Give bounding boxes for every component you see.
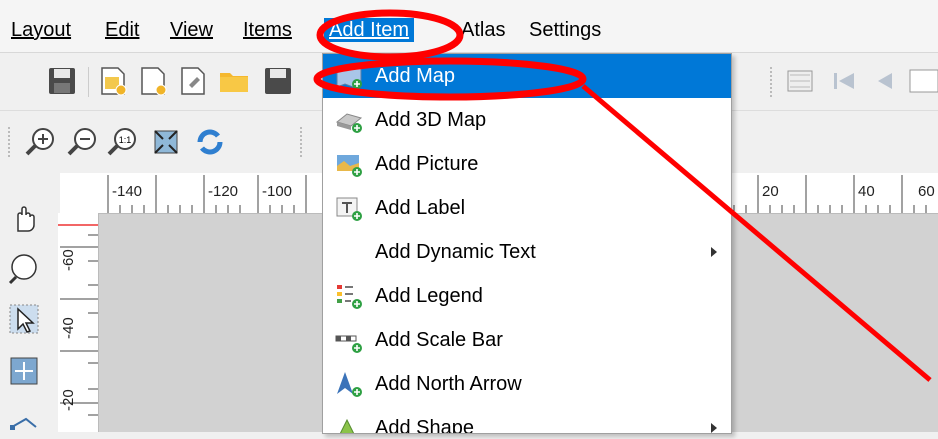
menu-atlas[interactable]: Atlas bbox=[456, 18, 510, 42]
picture-icon bbox=[337, 155, 362, 177]
menu-add-3d-map[interactable]: Add 3D Map bbox=[323, 98, 731, 142]
menu-add-shape[interactable]: Add Shape bbox=[323, 406, 731, 433]
zoom-in-icon[interactable] bbox=[24, 126, 56, 158]
open-folder-icon[interactable] bbox=[218, 65, 250, 97]
edit-nodes-icon[interactable] bbox=[8, 407, 40, 439]
menu-add-item[interactable]: Add Item bbox=[324, 18, 415, 42]
3d-map-icon bbox=[335, 113, 363, 133]
menu-add-label[interactable]: Add Label bbox=[323, 186, 731, 230]
refresh-icon[interactable] bbox=[194, 126, 226, 158]
ruler-label: -60 bbox=[60, 249, 77, 271]
menu-view[interactable]: View bbox=[165, 18, 218, 42]
duplicate-layout-icon[interactable] bbox=[137, 65, 169, 97]
move-content-icon[interactable] bbox=[8, 355, 40, 387]
ruler-label: 20 bbox=[762, 183, 779, 200]
legend-icon bbox=[337, 285, 362, 309]
scale-bar-icon bbox=[335, 335, 362, 353]
toolbar-grip[interactable] bbox=[770, 67, 776, 97]
tool-panel bbox=[0, 195, 48, 432]
menu-settings[interactable]: Settings bbox=[524, 18, 606, 42]
shape-icon bbox=[339, 418, 355, 433]
save-as-template-icon[interactable] bbox=[262, 65, 294, 97]
menu-layout[interactable]: Layout bbox=[6, 18, 76, 42]
previous-feature-icon[interactable] bbox=[870, 65, 902, 97]
first-feature-icon[interactable] bbox=[828, 65, 860, 97]
add-item-dropdown: Add Map Add 3D Map Add Picture Add Label… bbox=[322, 53, 732, 434]
toolbar-grip[interactable] bbox=[300, 127, 306, 157]
toolbar-separator bbox=[88, 67, 89, 97]
menu-add-map[interactable]: Add Map bbox=[323, 54, 731, 98]
zoom-full-icon[interactable] bbox=[150, 126, 182, 158]
menu-items[interactable]: Items bbox=[238, 18, 297, 42]
ruler-label: -120 bbox=[208, 183, 239, 200]
ruler-label: 60 bbox=[918, 183, 935, 200]
pan-hand-icon[interactable] bbox=[8, 203, 40, 235]
layout-manager-icon[interactable] bbox=[177, 65, 209, 97]
menu-add-legend[interactable]: Add Legend bbox=[323, 274, 731, 318]
menu-edit[interactable]: Edit bbox=[100, 18, 144, 42]
menu-bar: Layout Edit View Items Add Item Atlas Se… bbox=[0, 0, 938, 53]
ruler-label: 40 bbox=[858, 183, 875, 200]
north-arrow-icon bbox=[337, 372, 362, 397]
menu-add-dynamic-text[interactable]: Add Dynamic Text bbox=[323, 230, 731, 274]
new-layout-icon[interactable] bbox=[97, 65, 129, 97]
toolbar-grip[interactable] bbox=[8, 127, 14, 157]
menu-add-north-arrow[interactable]: Add North Arrow bbox=[323, 362, 731, 406]
ruler-vertical: -60 -40 -20 bbox=[58, 213, 99, 432]
menu-add-picture[interactable]: Add Picture bbox=[323, 142, 731, 186]
zoom-out-icon[interactable] bbox=[66, 126, 98, 158]
ruler-label: -40 bbox=[60, 317, 77, 339]
ruler-label: -140 bbox=[112, 183, 143, 200]
label-icon bbox=[336, 197, 362, 221]
ruler-label: -20 bbox=[60, 389, 77, 411]
ruler-label: -100 bbox=[262, 183, 293, 200]
atlas-preview-icon[interactable] bbox=[784, 65, 816, 97]
save-icon[interactable] bbox=[46, 65, 78, 97]
svg-text:1:1: 1:1 bbox=[119, 135, 132, 145]
map-icon bbox=[336, 64, 362, 89]
zoom-tool-icon[interactable] bbox=[8, 253, 40, 285]
menu-add-scale-bar[interactable]: Add Scale Bar bbox=[323, 318, 731, 362]
zoom-actual-icon[interactable]: 1:1 bbox=[106, 126, 138, 158]
submenu-arrow-icon bbox=[711, 247, 717, 257]
feature-input-icon[interactable] bbox=[906, 65, 938, 97]
select-move-item-icon[interactable] bbox=[8, 303, 40, 335]
